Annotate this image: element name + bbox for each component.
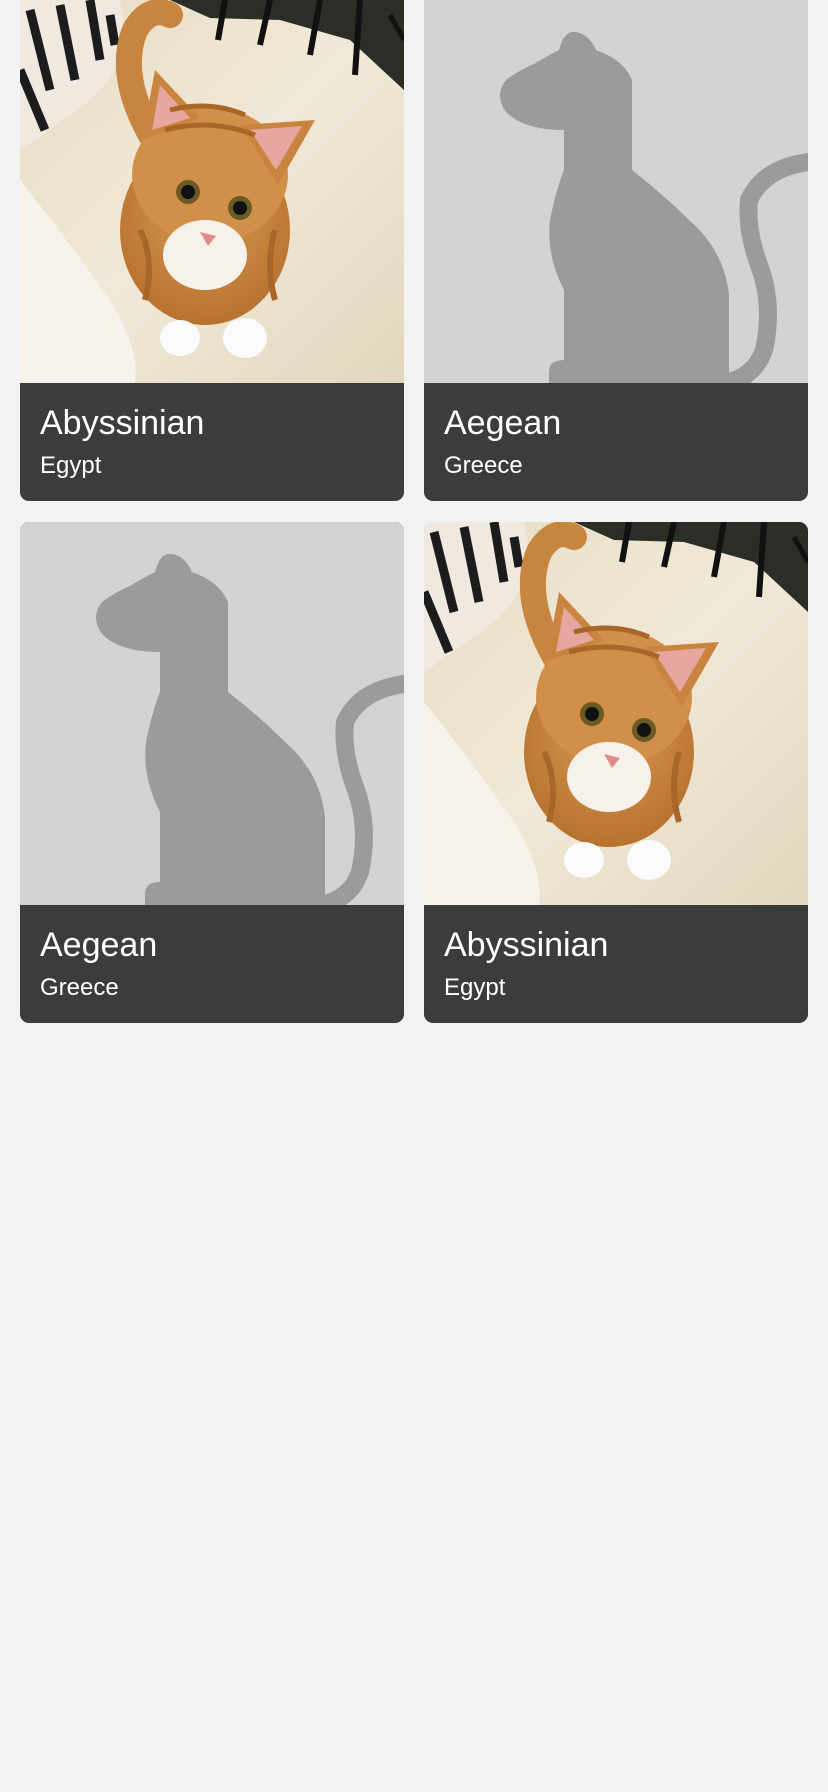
breed-origin: Egypt (444, 974, 506, 1001)
breed-card[interactable]: Aegean Greece (424, 0, 808, 501)
breed-name: Aegean (444, 404, 562, 442)
breed-origin: Greece (444, 452, 523, 479)
breed-name: Abyssinian (444, 926, 609, 964)
cat-placeholder-icon (424, 0, 808, 383)
breed-info: Abyssinian Egypt (20, 383, 404, 501)
breed-card[interactable]: Abyssinian Egypt (424, 522, 808, 1023)
breed-origin: Egypt (40, 452, 102, 479)
cat-placeholder-icon (20, 522, 404, 905)
breed-info: Aegean Greece (20, 905, 404, 1023)
breed-info: Abyssinian Egypt (424, 905, 808, 1023)
breed-grid: Abyssinian Egypt Aegean Greece Aegean Gr… (20, 0, 808, 1023)
cat-photo (20, 0, 404, 383)
breed-origin: Greece (40, 974, 119, 1001)
breed-name: Abyssinian (40, 404, 205, 442)
breed-card[interactable]: Abyssinian Egypt (20, 0, 404, 501)
breed-info: Aegean Greece (424, 383, 808, 501)
breed-name: Aegean (40, 926, 158, 964)
breed-card[interactable]: Aegean Greece (20, 522, 404, 1023)
cat-photo (424, 522, 808, 905)
